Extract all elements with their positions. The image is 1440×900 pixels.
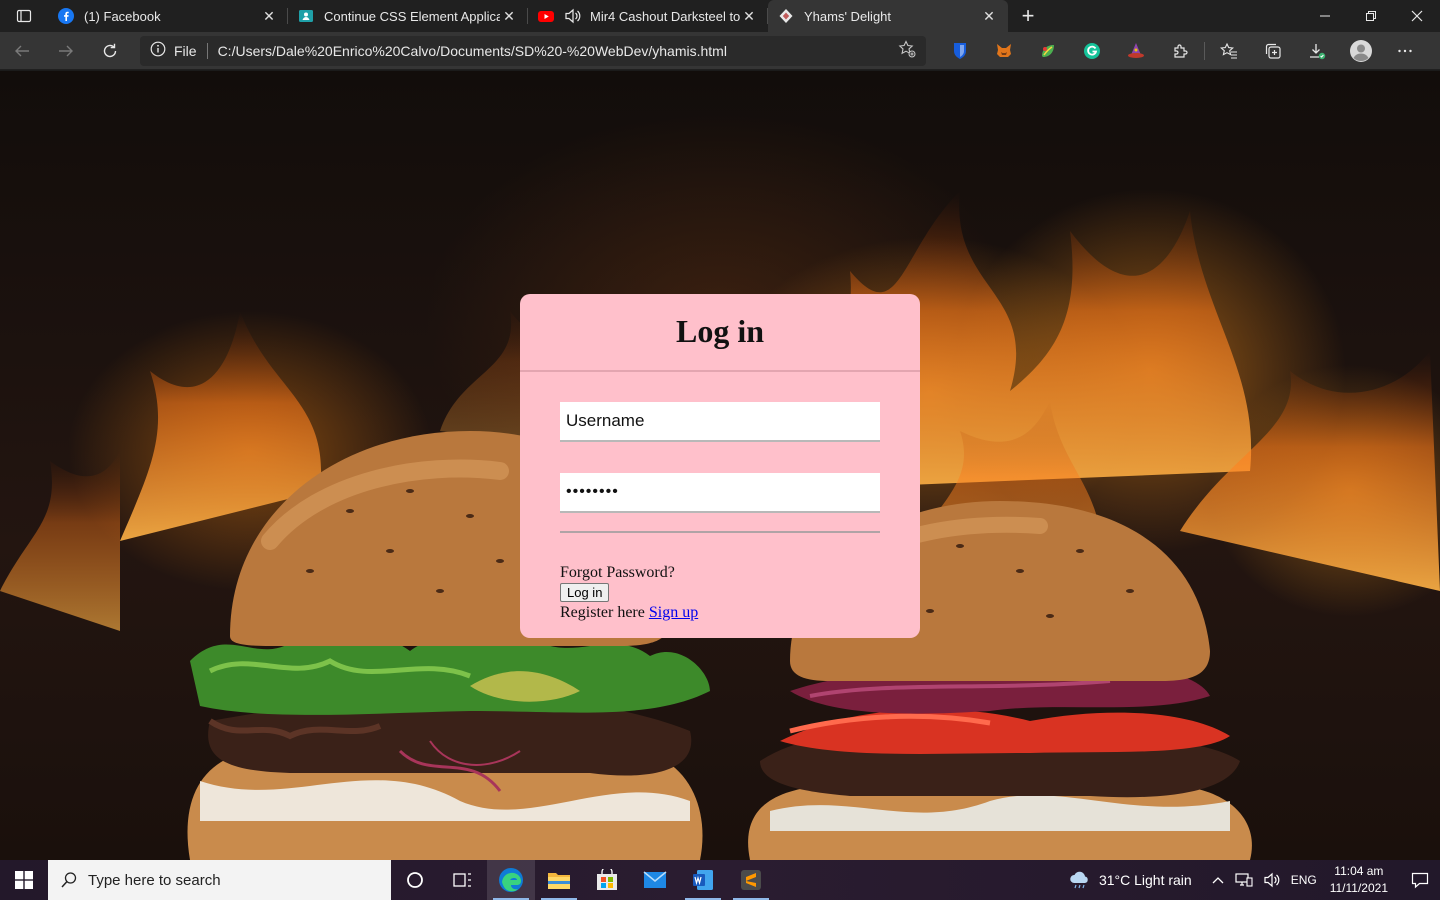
notifications-icon[interactable] <box>1400 871 1440 889</box>
password-input[interactable]: •••••••• <box>560 473 880 513</box>
windows-start-icon[interactable] <box>0 860 48 900</box>
taskbar-search[interactable]: Type here to search <box>48 860 391 900</box>
diamond-icon <box>778 8 794 24</box>
weather-text: 31°C Light rain <box>1098 872 1192 888</box>
extensions-puzzle-icon[interactable] <box>1158 32 1202 70</box>
url-text[interactable]: C:/Users/Dale%20Enrico%20Calvo/Documents… <box>218 43 898 59</box>
tab-title: Yhams' Delight <box>804 8 892 24</box>
search-icon <box>60 871 78 889</box>
sublime-text-icon[interactable] <box>727 860 775 900</box>
close-icon[interactable]: ✕ <box>740 8 758 25</box>
login-heading: Log in <box>675 312 765 349</box>
clock-date: 11/11/2021 <box>1329 881 1388 895</box>
mail-icon[interactable] <box>631 860 679 900</box>
tab-title: Continue CSS Element Applicatic <box>324 8 500 24</box>
tab-youtube[interactable]: Mir4 Cashout Darksteel to C ✕ <box>528 0 768 32</box>
speaker-icon[interactable] <box>564 8 582 24</box>
login-form: Username •••••••• Forgot Password? Log i… <box>520 372 920 622</box>
forward-icon[interactable] <box>44 32 88 70</box>
tab-strip: (1) Facebook ✕ Continue CSS Element Appl… <box>0 0 1440 32</box>
minimize-icon[interactable] <box>1302 0 1348 32</box>
register-text: Register here <box>560 604 645 621</box>
more-options-icon[interactable] <box>1383 32 1427 70</box>
bitwarden-icon[interactable] <box>938 32 982 70</box>
system-tray: 31°C Light rain ENG 11:04 am 11/11/2021 <box>1069 860 1440 900</box>
downloads-icon[interactable] <box>1295 32 1339 70</box>
close-icon[interactable]: ✕ <box>260 8 278 25</box>
tab-title: Mir4 Cashout Darksteel to C <box>590 8 740 24</box>
toolbar-divider <box>1204 41 1205 60</box>
add-favorite-icon[interactable] <box>898 40 916 61</box>
window-controls <box>1302 0 1440 32</box>
info-icon[interactable] <box>150 41 166 60</box>
login-card: Log in Username •••••••• Forgot Password… <box>520 294 920 638</box>
extension-leaf-icon[interactable] <box>1026 32 1070 70</box>
clock[interactable]: 11:04 am 11/11/2021 <box>1330 863 1388 897</box>
tab-facebook[interactable]: (1) Facebook ✕ <box>48 0 288 32</box>
login-header: Log in <box>520 294 920 372</box>
extensions-row <box>938 32 1427 70</box>
search-placeholder: Type here to search <box>88 871 221 889</box>
browser-toolbar: File C:/Users/Dale%20Enrico%20Calvo/Docu… <box>0 32 1440 70</box>
file-explorer-icon[interactable] <box>535 860 583 900</box>
forgot-password-text: Forgot Password? <box>560 564 675 581</box>
close-icon[interactable]: ✕ <box>980 8 998 25</box>
tab-yhams-delight[interactable]: Yhams' Delight ✕ <box>768 0 1008 32</box>
close-window-icon[interactable] <box>1394 0 1440 32</box>
scheme-label: File <box>174 42 197 59</box>
youtube-icon <box>538 8 554 24</box>
collections-icon[interactable] <box>1251 32 1295 70</box>
tab-classroom[interactable]: Continue CSS Element Applicatic ✕ <box>288 0 528 32</box>
form-divider <box>560 531 880 533</box>
metamask-icon[interactable] <box>982 32 1026 70</box>
refresh-icon[interactable] <box>88 32 132 70</box>
cortana-icon[interactable] <box>391 860 439 900</box>
profile-avatar-icon[interactable] <box>1339 32 1383 70</box>
grammarly-icon[interactable] <box>1070 32 1114 70</box>
back-icon[interactable] <box>0 32 44 70</box>
network-icon[interactable] <box>1235 872 1253 888</box>
address-bar[interactable]: File C:/Users/Dale%20Enrico%20Calvo/Docu… <box>140 35 926 66</box>
extension-wizard-icon[interactable] <box>1114 32 1158 70</box>
restore-icon[interactable] <box>1348 0 1394 32</box>
clock-time: 11:04 am <box>1334 864 1384 878</box>
page-background: Log in Username •••••••• Forgot Password… <box>0 71 1440 860</box>
tab-actions-icon[interactable] <box>0 0 48 32</box>
signup-link[interactable]: Sign up <box>649 604 698 621</box>
microsoft-store-icon[interactable] <box>583 860 631 900</box>
classroom-icon <box>298 8 314 24</box>
username-input[interactable]: Username <box>560 402 880 442</box>
tab-title: (1) Facebook <box>84 8 161 24</box>
register-line: Register here Sign up <box>560 603 880 622</box>
edge-icon[interactable] <box>487 860 535 900</box>
task-view-icon[interactable] <box>439 860 487 900</box>
new-tab-icon[interactable]: + <box>1008 0 1048 32</box>
cloud-rain-icon <box>1070 871 1088 889</box>
close-icon[interactable]: ✕ <box>500 8 518 25</box>
login-button[interactable]: Log in <box>560 583 610 602</box>
weather-widget[interactable]: 31°C Light rain <box>1069 871 1192 889</box>
volume-icon[interactable] <box>1263 872 1281 888</box>
language-indicator[interactable]: ENG <box>1291 873 1317 887</box>
windows-taskbar: Type here to search 31°C Light rain ENG … <box>0 860 1440 900</box>
favorites-icon[interactable] <box>1207 32 1251 70</box>
chevron-up-icon[interactable] <box>1211 873 1225 887</box>
separator <box>206 42 208 59</box>
word-icon[interactable] <box>679 860 727 900</box>
facebook-icon <box>58 8 74 24</box>
